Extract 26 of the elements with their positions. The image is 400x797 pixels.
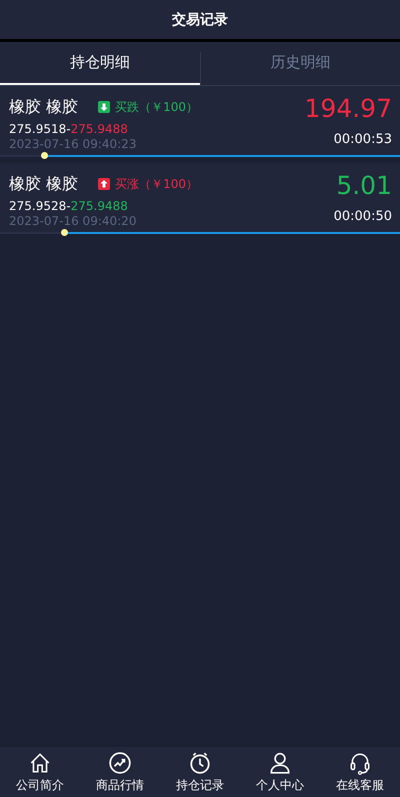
nav-item[interactable]: 持仓记录 [160,747,240,797]
product-name: 橡胶 橡胶 [9,96,78,118]
product-name: 橡胶 橡胶 [9,174,78,194]
countdown: 00:00:50 [334,209,392,224]
house-icon [28,750,52,774]
up-arrow-icon [98,178,110,190]
open-time: 2023-07-16 09:40:20 [9,214,138,228]
nav-item[interactable]: 公司简介 [0,747,80,797]
profit-amount: 5.01 [336,171,392,201]
price-range: 275.9528-275.9488 [9,199,129,213]
order-label: 买跌（￥100） [115,98,198,116]
nav-item[interactable]: 商品行情 [80,747,160,797]
trend-chart-icon [108,750,132,774]
clock-icon [188,750,212,774]
person-icon [268,750,292,774]
nav-item[interactable]: 个人中心 [240,747,320,797]
page-title: 交易记录 [172,10,228,28]
order-label: 买涨（￥100） [115,176,198,192]
nav-item[interactable]: 在线客服 [320,747,400,797]
price-range: 275.9518-275.9488 [9,122,129,136]
countdown: 00:00:53 [334,132,392,147]
open-time: 2023-07-16 09:40:23 [9,137,138,151]
headset-icon [348,750,372,774]
profit-amount: 194.97 [304,94,392,124]
tab[interactable]: 历史明细 [200,52,400,85]
down-arrow-icon [98,101,110,113]
